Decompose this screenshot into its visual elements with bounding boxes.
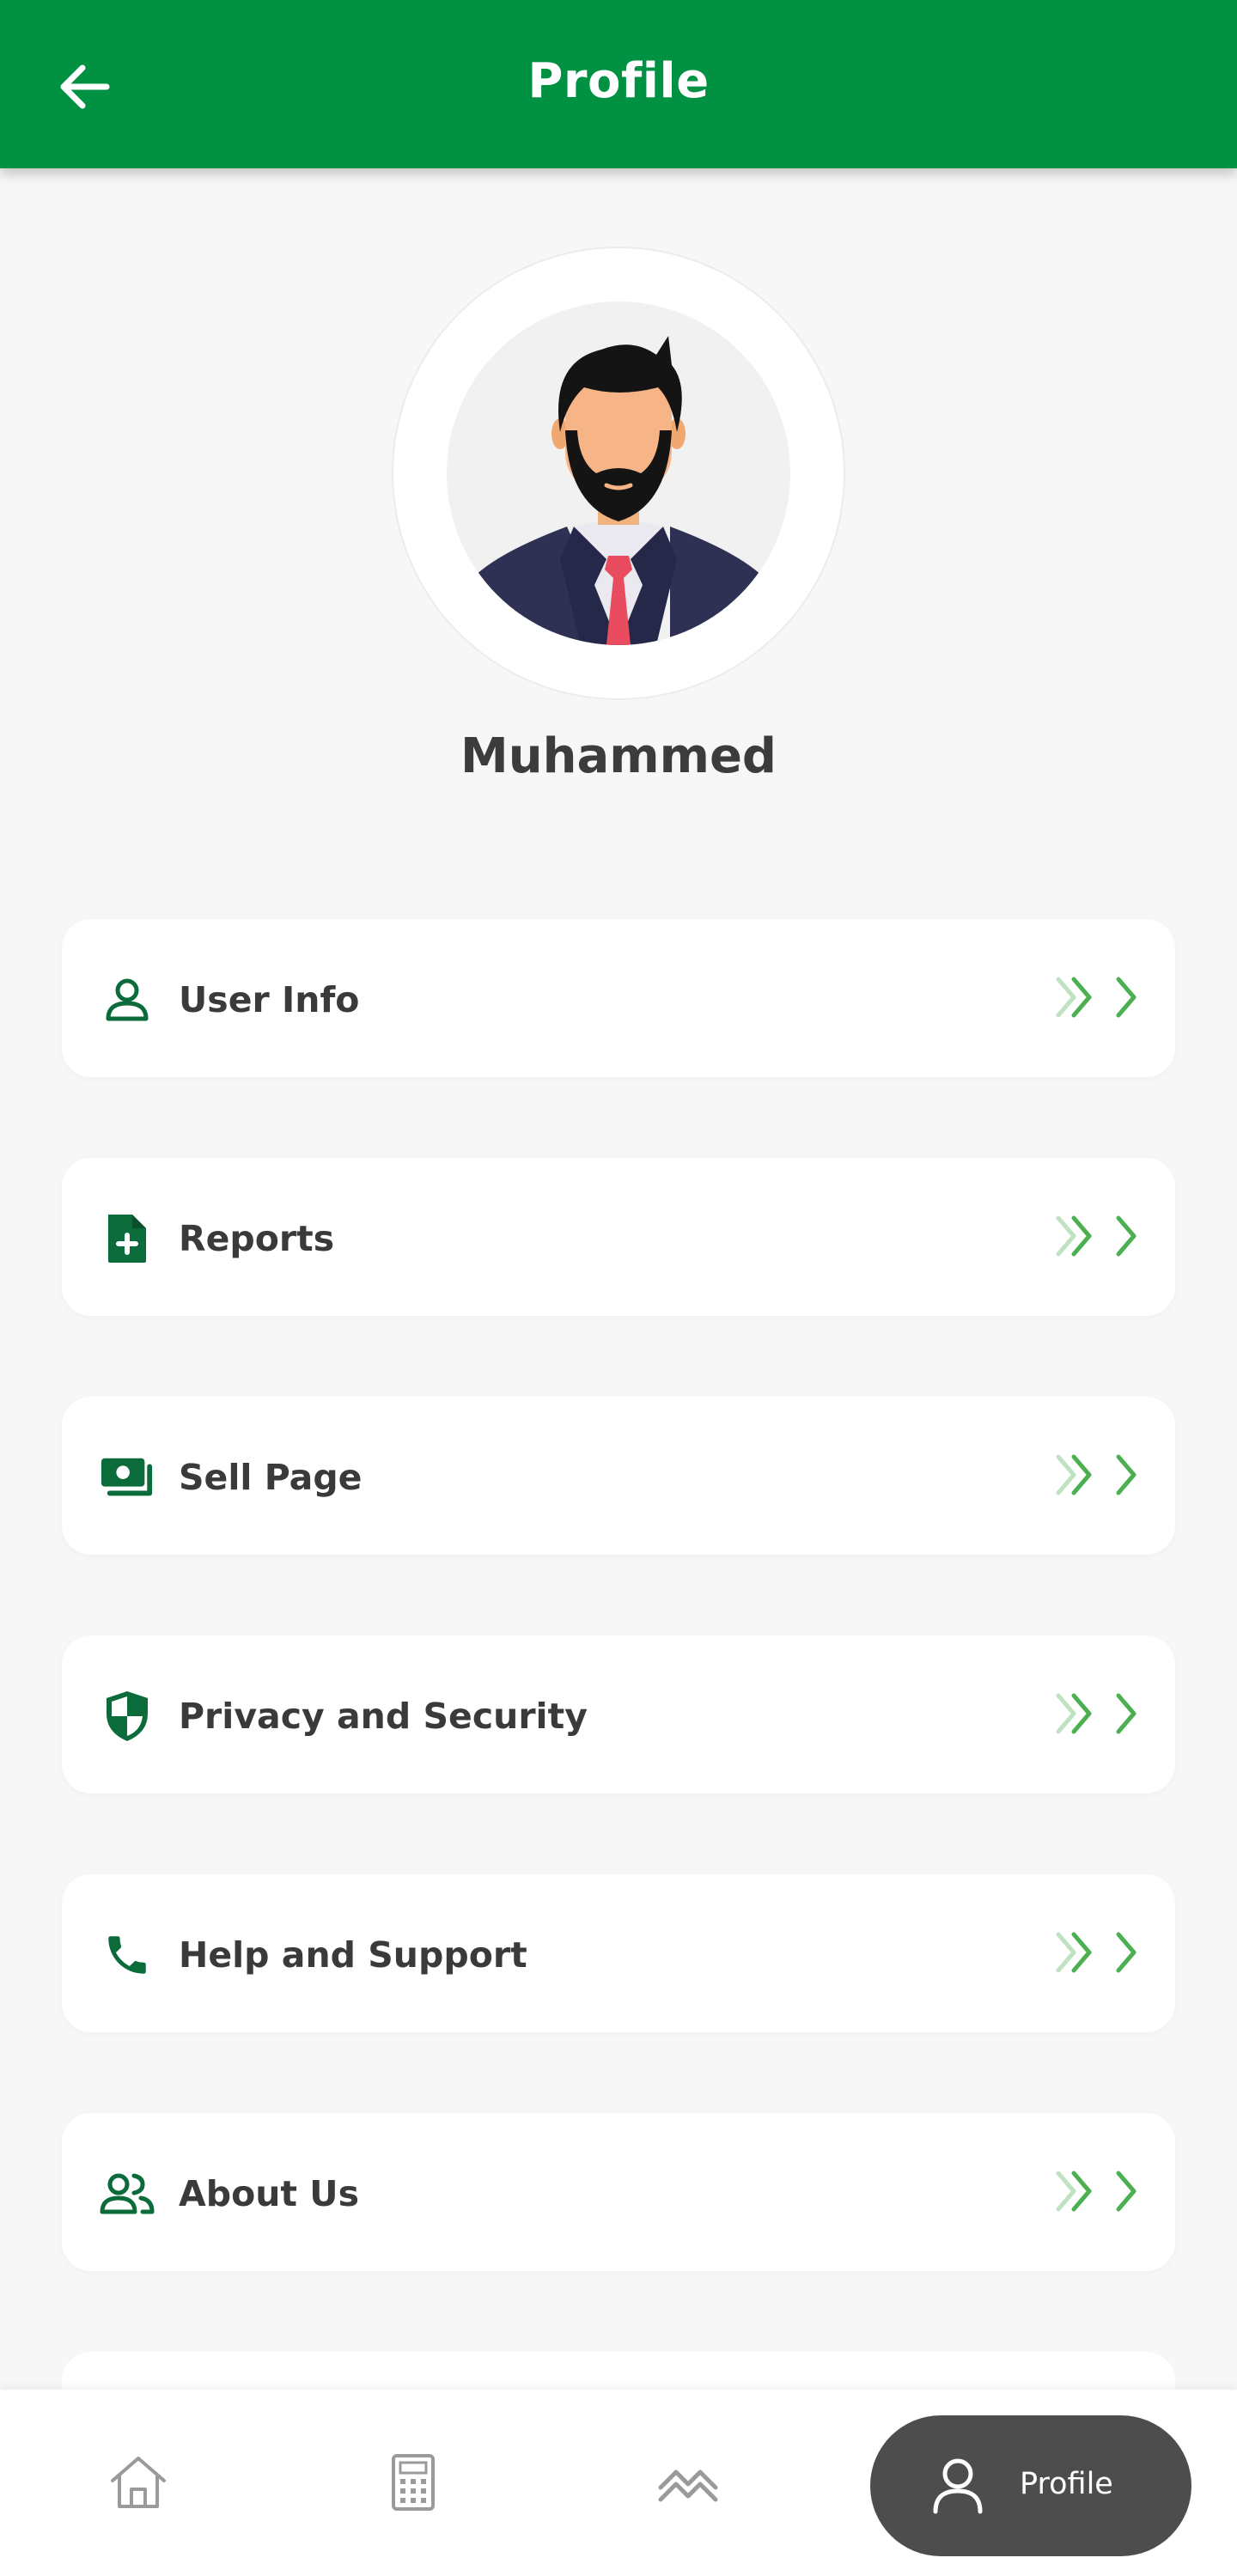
- file-plus-icon: [100, 1211, 155, 1266]
- double-chevron-right-icon: [1056, 1693, 1136, 1734]
- profile-name: Muhammed: [460, 728, 777, 784]
- nav-chart[interactable]: [645, 2439, 731, 2525]
- money-icon: [100, 1450, 155, 1505]
- menu-item-label: About Us: [179, 2173, 360, 2214]
- avatar[interactable]: [447, 301, 790, 645]
- people-icon: [100, 2166, 155, 2221]
- man-with-beard-avatar: [447, 301, 790, 645]
- bottom-navigation: Profile: [0, 2390, 1237, 2576]
- menu-item-help-and-support[interactable]: Help and Support: [62, 1874, 1175, 2032]
- double-chevron-right-icon: [1056, 1454, 1136, 1495]
- menu-item-label: Reports: [179, 1218, 335, 1259]
- menu-item-about-us[interactable]: About Us: [62, 2113, 1175, 2271]
- nav-home[interactable]: [95, 2439, 181, 2525]
- menu-item-label: Sell Page: [179, 1457, 363, 1498]
- chart-icon: [658, 2469, 718, 2502]
- double-chevron-right-icon: [1056, 977, 1136, 1018]
- menu-item-privacy-and-security[interactable]: Privacy and Security: [62, 1635, 1175, 1793]
- home-icon: [111, 2457, 166, 2508]
- double-chevron-right-icon: [1056, 1932, 1136, 1973]
- calculator-icon: [392, 2454, 435, 2511]
- phone-icon: [100, 1927, 155, 1982]
- shield-icon: [100, 1689, 155, 1744]
- app-bar: Profile: [0, 0, 1237, 168]
- menu-item-reports[interactable]: Reports: [62, 1158, 1175, 1316]
- user-icon: [933, 2458, 983, 2514]
- menu-item-label: User Info: [179, 979, 360, 1020]
- page-title: Profile: [527, 53, 710, 109]
- avatar-frame: [393, 248, 844, 698]
- double-chevron-right-icon: [1056, 1215, 1136, 1257]
- nav-profile-label: Profile: [1020, 2467, 1113, 2501]
- user-icon: [100, 972, 155, 1027]
- menu-item-sell-page[interactable]: Sell Page: [62, 1397, 1175, 1555]
- menu-item-user-info[interactable]: User Info: [62, 919, 1175, 1077]
- double-chevron-right-icon: [1056, 2171, 1136, 2212]
- menu-item-label: Privacy and Security: [179, 1696, 588, 1737]
- nav-profile[interactable]: Profile: [870, 2415, 1191, 2556]
- nav-calculator[interactable]: [370, 2439, 456, 2525]
- menu-item-label: Help and Support: [179, 1934, 527, 1976]
